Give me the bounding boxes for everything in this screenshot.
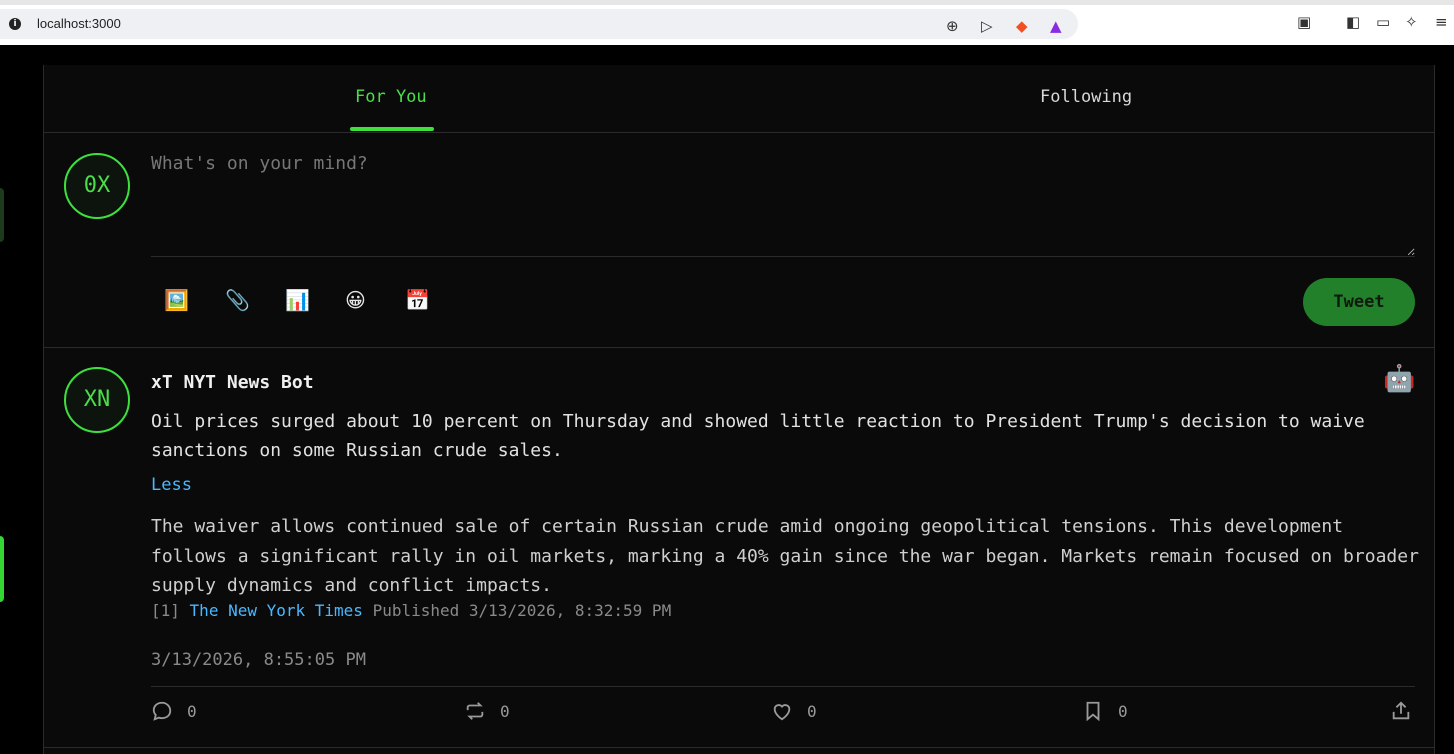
schedule-icon[interactable]: 📅 [405, 288, 430, 312]
share-button[interactable] [1390, 700, 1412, 722]
wallet-icon[interactable]: ▭ [1376, 13, 1390, 31]
reply-button[interactable]: 0 [151, 700, 197, 722]
active-tab-indicator [350, 127, 434, 131]
zoom-icon[interactable]: ⊕ [946, 17, 959, 35]
browser-toolbar: i localhost:3000 ⊕ ▷ ◆ ▲ ▣ ◧ ▭ ✧ ≡ [0, 0, 1454, 45]
attachment-icon[interactable]: 📎 [225, 288, 250, 312]
tab-for-you[interactable]: For You [355, 87, 427, 107]
send-icon[interactable]: ▷ [981, 17, 993, 35]
post-timestamp: 3/13/2026, 8:55:05 PM [151, 650, 366, 670]
url-text[interactable]: localhost:3000 [37, 16, 121, 31]
site-info-icon[interactable]: i [9, 18, 21, 30]
left-nav-edge [0, 188, 4, 242]
emoji-icon[interactable]: 😀 [345, 288, 366, 312]
like-button[interactable]: 0 [771, 700, 817, 722]
post-author[interactable]: xT NYT News Bot [151, 372, 314, 393]
left-nav-edge-active [0, 536, 4, 602]
leo-ai-icon[interactable]: ✧ [1405, 13, 1418, 31]
bookmark-count: 0 [1118, 701, 1128, 721]
reply-count: 0 [187, 701, 197, 721]
divider [151, 686, 1415, 687]
tweet-button[interactable]: Tweet [1303, 278, 1415, 326]
bookmark-icon [1086, 701, 1100, 722]
reply-icon [152, 701, 172, 721]
menu-icon[interactable]: ≡ [1435, 13, 1448, 31]
share-icon [1392, 701, 1410, 720]
author-avatar[interactable]: XN [64, 367, 130, 433]
address-bar[interactable]: i localhost:3000 ⊕ ▷ ◆ ▲ [0, 9, 1078, 39]
retweet-count: 0 [500, 701, 510, 721]
sidebar-icon[interactable]: ◧ [1346, 13, 1360, 31]
source-line: [1] The New York Times Published 3/13/20… [151, 601, 671, 620]
source-published: Published 3/13/2026, 8:32:59 PM [372, 601, 672, 620]
feed-column: For You Following 0X 🖼️ 📎 📊 😀 📅 Tweet XN… [43, 65, 1435, 754]
heart-icon [773, 704, 791, 721]
source-index: [1] [151, 601, 180, 620]
compose-input[interactable] [151, 153, 1415, 257]
compose-box: 0X 🖼️ 📎 📊 😀 📅 Tweet [44, 133, 1434, 348]
brave-rewards-icon[interactable]: ▲ [1050, 17, 1062, 35]
source-link[interactable]: The New York Times [190, 601, 363, 620]
retweet-icon [466, 702, 484, 720]
image-icon[interactable]: 🖼️ [164, 288, 189, 312]
retweet-button[interactable]: 0 [464, 700, 510, 722]
avatar[interactable]: 0X [64, 153, 130, 219]
less-link[interactable]: Less [151, 475, 192, 495]
feed-tabs: For You Following [44, 65, 1434, 133]
reader-mode-icon[interactable]: ▣ [1297, 13, 1311, 31]
brave-shield-icon[interactable]: ◆ [1016, 17, 1028, 35]
post-card[interactable]: XN xT NYT News Bot 🤖 Oil prices surged a… [44, 348, 1434, 748]
poll-icon[interactable]: 📊 [285, 288, 310, 312]
like-count: 0 [807, 701, 817, 721]
bookmark-button[interactable]: 0 [1082, 700, 1128, 722]
post-detail: The waiver allows continued sale of cert… [151, 516, 1419, 596]
tab-following[interactable]: Following [1040, 87, 1132, 107]
bot-icon: 🤖 [1383, 364, 1416, 394]
post-text: Oil prices surged about 10 percent on Th… [151, 411, 1365, 461]
